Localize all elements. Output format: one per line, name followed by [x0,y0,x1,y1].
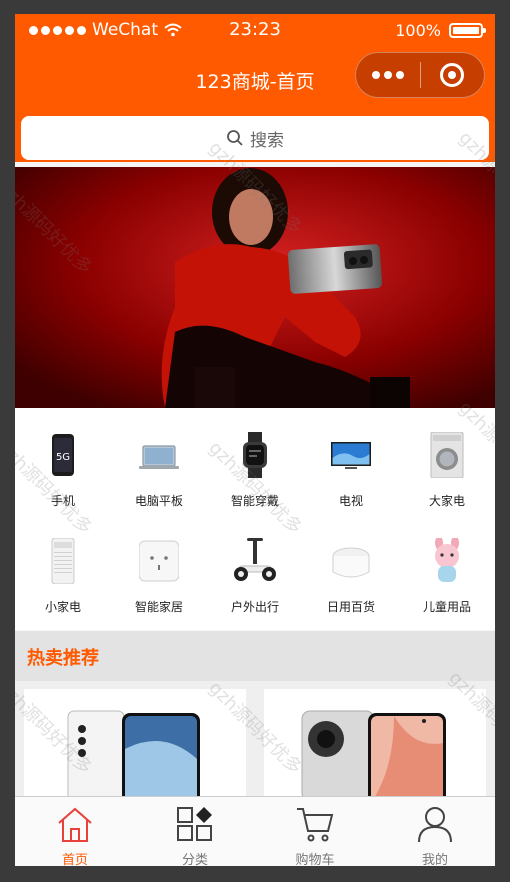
battery-percent: 100% [395,21,441,40]
tab-label: 分类 [181,853,208,866]
tab-label: 我的 [421,853,448,866]
category-item[interactable]: 电视 [303,408,399,508]
category-label: 智能穿戴 [230,494,279,508]
search-label: 搜索 [250,130,284,151]
category-label: 儿童用品 [422,600,471,614]
category-item[interactable]: 日用百货 [303,514,399,614]
battery-icon [449,23,486,38]
category-label: 大家电 [428,494,465,508]
svg-text:5G: 5G [56,452,70,463]
product-image [67,710,200,803]
category-icon [177,807,212,841]
category-item[interactable]: 5G 手机 [15,408,111,508]
user-icon [418,807,452,843]
category-label: 电脑平板 [134,494,183,508]
tv-icon [331,442,371,469]
tab-category[interactable]: 分类 [135,797,255,866]
category-label: 小家电 [44,600,81,614]
balance-scooter-icon [234,538,276,581]
category-label: 电视 [338,494,363,508]
smart-switch-icon [139,540,179,582]
search-bar[interactable]: 搜索 [21,116,489,160]
product-image [301,710,446,803]
search-icon [227,130,243,146]
category-label: 智能家居 [134,600,183,614]
product-card[interactable] [264,689,486,809]
status-right: 100% [395,21,486,40]
smartwatch-icon [243,432,267,478]
hot-title: 热卖推荐 [27,648,99,669]
category-label: 手机 [50,494,75,508]
target-circle-icon[interactable] [421,63,485,87]
category-item[interactable]: 大家电 [399,408,495,508]
tab-cart[interactable]: 购物车 [255,797,375,866]
container-icon [332,547,370,578]
category-item[interactable]: 智能穿戴 [207,408,303,508]
category-item[interactable]: 儿童用品 [399,514,495,614]
home-icon [58,807,92,842]
tab-home[interactable]: 首页 [15,797,135,866]
tab-label: 购物车 [295,853,335,866]
tab-bar: 首页 分类 购物车 我的 [15,796,495,866]
phone-promo-banner [15,167,495,408]
product-card[interactable] [24,689,246,809]
more-dots-icon[interactable] [356,71,420,79]
category-item[interactable]: 电脑平板 [111,408,207,508]
kids-toy-icon [435,538,459,582]
tab-mine[interactable]: 我的 [375,797,495,866]
smartphone-icon: 5G [52,434,74,476]
category-item[interactable]: 小家电 [15,514,111,614]
header: WeChat 23:23 100% 123商城-首页 搜索 [15,14,495,162]
hot-section-header: 热卖推荐 [15,631,495,681]
category-item[interactable]: 户外出行 [207,514,303,614]
category-label: 户外出行 [230,600,279,614]
laptop-icon [139,445,179,469]
category-label: 日用百货 [326,600,375,614]
cart-icon [297,808,334,842]
app-screen: WeChat 23:23 100% 123商城-首页 搜索 5G 手机 电脑平板… [15,14,495,866]
promo-banner[interactable] [15,167,495,408]
product-list [15,681,495,809]
washing-machine-icon [430,432,464,478]
status-bar: WeChat 23:23 100% [15,14,495,48]
air-purifier-icon [51,538,75,584]
tab-label: 首页 [61,853,88,866]
category-grid: 5G 手机 电脑平板 智能穿戴 电视 大家电 小家电 智能家居 户外出行 日用百… [15,408,495,630]
category-item[interactable]: 智能家居 [111,514,207,614]
mini-program-capsule [355,52,485,98]
